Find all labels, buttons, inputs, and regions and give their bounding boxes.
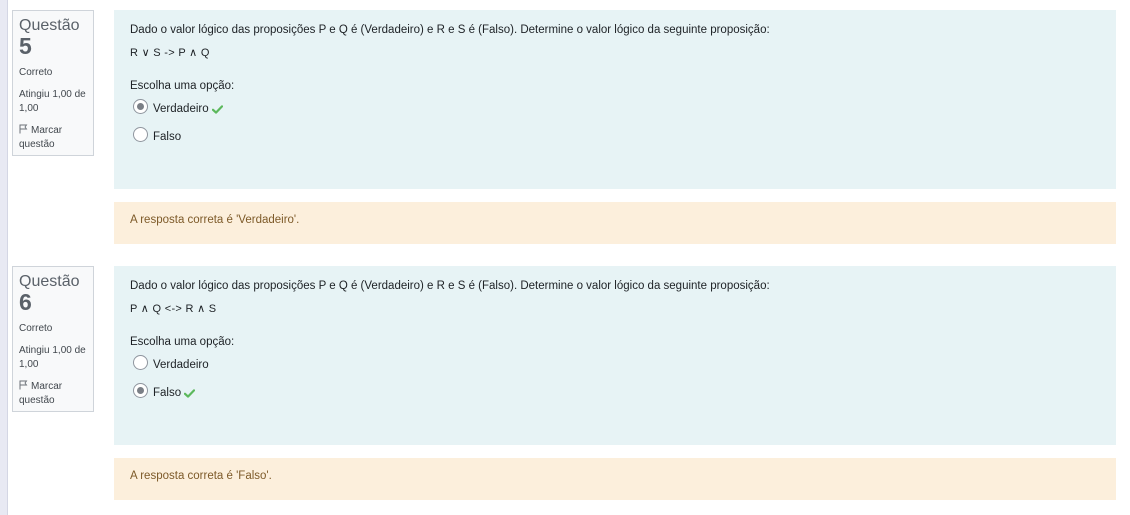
- question-info: Questão 6 Correto Atingiu 1,00 de 1,00 M…: [12, 266, 94, 412]
- answer-prompt: Escolha uma opção:: [130, 336, 235, 348]
- left-page-strip: [0, 0, 8, 515]
- question-grade: Atingiu 1,00 de 1,00: [19, 89, 86, 114]
- flag-question-link[interactable]: Marcar questão: [19, 124, 87, 152]
- radio-button[interactable]: [133, 126, 148, 142]
- radio-button-selected[interactable]: [133, 382, 148, 398]
- answer-option-label: Falso: [153, 387, 182, 399]
- question-number: 6: [19, 289, 32, 315]
- proposition: P ∧ Q <-> R ∧ S: [130, 303, 217, 315]
- check-icon: [184, 388, 196, 398]
- flag-icon: [19, 124, 28, 134]
- question-number: 5: [19, 33, 32, 59]
- question-formulation: Dado o valor lógico das proposições P e …: [114, 10, 1116, 189]
- radio-button-selected[interactable]: [133, 98, 148, 114]
- question-state: Correto: [19, 67, 53, 78]
- answer-option-falso[interactable]: Falso: [130, 126, 1100, 147]
- answer-option-label: Falso: [153, 131, 182, 143]
- correct-answer-feedback: A resposta correta é 'Verdadeiro'.: [114, 202, 1116, 244]
- question-text: Dado o valor lógico das proposições P e …: [130, 280, 770, 292]
- answer-option-verdadeiro[interactable]: Verdadeiro: [130, 98, 1100, 119]
- check-icon: [211, 104, 223, 114]
- correct-answer-feedback: A resposta correta é 'Falso'.: [114, 458, 1116, 500]
- answer-option-label: Verdadeiro: [153, 103, 209, 115]
- answer-option-falso[interactable]: Falso: [130, 382, 1100, 403]
- proposition: R ∨ S -> P ∧ Q: [130, 47, 210, 59]
- answer-option-verdadeiro[interactable]: Verdadeiro: [130, 354, 1100, 375]
- question-info: Questão 5 Correto Atingiu 1,00 de 1,00 M…: [12, 10, 94, 156]
- flag-icon: [19, 380, 28, 390]
- question-formulation: Dado o valor lógico das proposições P e …: [114, 266, 1116, 445]
- question-state: Correto: [19, 323, 53, 334]
- answer-option-label: Verdadeiro: [153, 359, 209, 371]
- radio-button[interactable]: [133, 354, 148, 370]
- question-text: Dado o valor lógico das proposições P e …: [130, 24, 770, 36]
- answer-prompt: Escolha uma opção:: [130, 80, 235, 92]
- question-grade: Atingiu 1,00 de 1,00: [19, 345, 86, 370]
- flag-question-link[interactable]: Marcar questão: [19, 380, 87, 408]
